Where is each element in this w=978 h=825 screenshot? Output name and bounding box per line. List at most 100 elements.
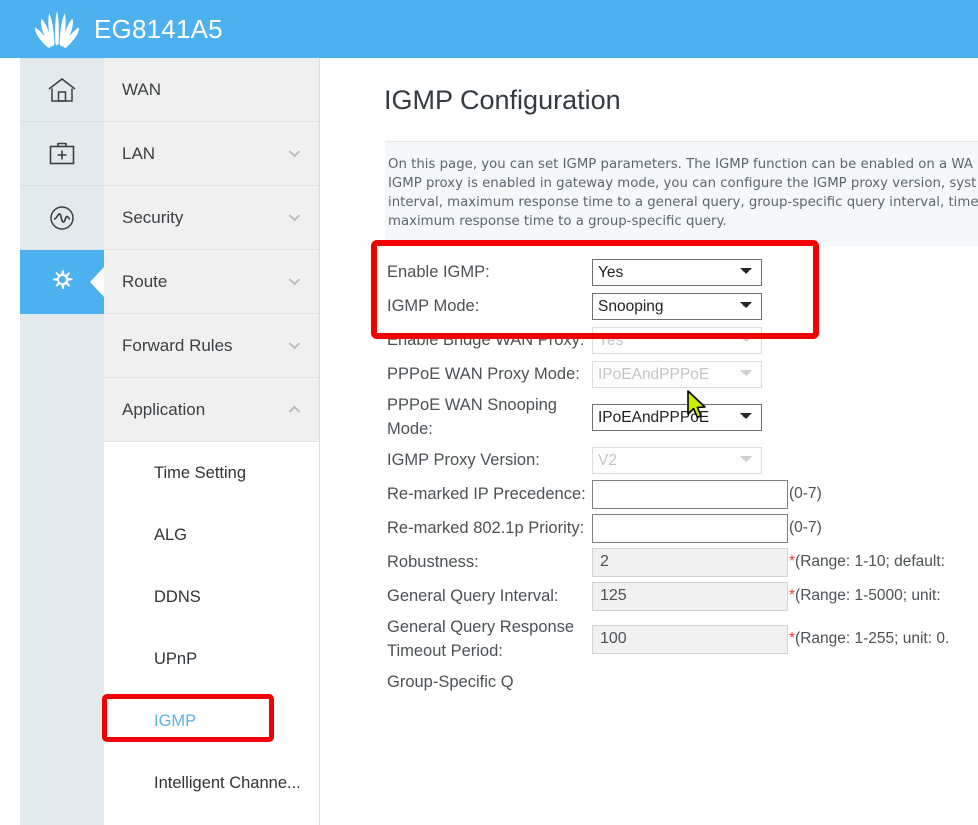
general-query-response-timeout-input[interactable] <box>592 625 788 654</box>
rail-filler <box>20 314 104 825</box>
form-row-enable-igmp: Enable IGMP: Yes <box>387 257 978 287</box>
form-row-enable-bridge-wan-proxy: Enable Bridge WAN Proxy: Yes <box>387 325 978 355</box>
field-hint-text: (Range: 1-5000; unit: <box>795 587 941 604</box>
field-control: IPoEAndPPPoE <box>592 361 762 388</box>
field-label: Group-Specific Q <box>387 670 592 694</box>
form-row-pppoe-wan-snooping-mode: PPPoE WAN Snooping Mode: IPoEAndPPPoE <box>387 393 978 441</box>
field-hint-text: (Range: 1-10; default: <box>795 553 945 570</box>
form-row-general-query-response-timeout: General Query Response Timeout Period: *… <box>387 615 978 663</box>
chevron-down-icon <box>286 337 303 354</box>
sidebar-subitem-label: DDNS <box>154 588 201 607</box>
sidebar-subitem-label: ALG <box>154 526 187 545</box>
igmp-proxy-version-select: V2 <box>592 447 762 474</box>
home-icon <box>47 76 77 104</box>
icon-rail <box>20 58 104 825</box>
diagnostics-pulse-icon <box>48 204 76 232</box>
sidebar-item-label: Route <box>122 272 286 292</box>
remarked-ip-precedence-input[interactable] <box>592 480 788 509</box>
sidebar-subitem-upnp[interactable]: UPnP <box>104 628 319 690</box>
field-control <box>592 582 788 611</box>
brand-title: EG8141A5 <box>94 14 223 45</box>
field-label: Re-marked 802.1p Priority: <box>387 516 592 540</box>
sidebar-item-lan[interactable]: LAN <box>104 122 319 186</box>
sidebar-item-security[interactable]: Security <box>104 186 319 250</box>
sidebar-item-label: LAN <box>122 144 286 164</box>
sidebar-subitem-label: Intelligent Channe... <box>154 774 301 793</box>
field-control <box>592 548 788 577</box>
robustness-input[interactable] <box>592 548 788 577</box>
sidebar-menu: WAN LAN Security Route Forward Rules <box>104 58 320 825</box>
form-row-igmp-proxy-version: IGMP Proxy Version: V2 <box>387 445 978 475</box>
field-control <box>592 514 788 543</box>
sidebar-item-forward-rules[interactable]: Forward Rules <box>104 314 319 378</box>
sidebar-item-label: WAN <box>122 80 303 100</box>
chevron-down-icon <box>286 273 303 290</box>
field-label: PPPoE WAN Proxy Mode: <box>387 362 592 386</box>
sidebar-subitem-label: UPnP <box>154 650 197 669</box>
sidebar-subitem-intelligent-channel[interactable]: Intelligent Channe... <box>104 752 319 814</box>
page-description-text: On this page, you can set IGMP parameter… <box>385 155 978 231</box>
form-row-igmp-mode: IGMP Mode: Snooping <box>387 291 978 321</box>
form-row-general-query-interval: General Query Interval: *(Range: 1-5000;… <box>387 581 978 611</box>
sidebar-item-route[interactable]: Route <box>104 250 319 314</box>
igmp-form: Enable IGMP: Yes IGMP Mode: Snooping <box>387 257 978 697</box>
sidebar-item-application[interactable]: Application <box>104 378 319 442</box>
pppoe-wan-proxy-mode-select: IPoEAndPPPoE <box>592 361 762 388</box>
field-control: Snooping <box>592 293 762 320</box>
sidebar-subitem-ddns[interactable]: DDNS <box>104 566 319 628</box>
page-title: IGMP Configuration <box>321 58 978 116</box>
field-hint: (0-7) <box>789 485 822 503</box>
form-row-pppoe-wan-proxy-mode: PPPoE WAN Proxy Mode: IPoEAndPPPoE <box>387 359 978 389</box>
field-label: General Query Interval: <box>387 584 592 608</box>
first-aid-kit-icon <box>48 140 76 168</box>
form-row-robustness: Robustness: *(Range: 1-10; default: <box>387 547 978 577</box>
form-row-remarked-8021p-priority: Re-marked 802.1p Priority: (0-7) <box>387 513 978 543</box>
sidebar-item-label: Application <box>122 400 286 420</box>
enable-bridge-wan-proxy-select: Yes <box>592 327 762 354</box>
field-control: V2 <box>592 447 762 474</box>
main-content: IGMP Configuration On this page, you can… <box>321 58 978 825</box>
field-control: Yes <box>592 259 762 286</box>
field-label: IGMP Proxy Version: <box>387 448 592 472</box>
sidebar-subitem-alg[interactable]: ALG <box>104 504 319 566</box>
general-query-interval-input[interactable] <box>592 582 788 611</box>
sidebar-subitem-time-setting[interactable]: Time Setting <box>104 442 319 504</box>
enable-igmp-select[interactable]: Yes <box>592 259 762 286</box>
remarked-8021p-priority-input[interactable] <box>592 514 788 543</box>
field-control: Yes <box>592 327 762 354</box>
gear-icon <box>46 266 78 298</box>
sidebar-subitem-igmp[interactable]: IGMP <box>104 690 319 752</box>
pppoe-wan-snooping-mode-select[interactable]: IPoEAndPPPoE <box>592 404 762 431</box>
field-control: IPoEAndPPPoE <box>592 404 762 431</box>
igmp-mode-select[interactable]: Snooping <box>592 293 762 320</box>
chevron-down-icon <box>286 209 303 226</box>
rail-item-diagnostics[interactable] <box>20 186 104 250</box>
left-gutter <box>0 58 20 825</box>
field-label: Enable IGMP: <box>387 260 592 284</box>
sidebar-subitem-label: IGMP <box>154 712 196 731</box>
sidebar-item-wan[interactable]: WAN <box>104 58 319 122</box>
rail-item-home[interactable] <box>20 58 104 122</box>
field-control <box>592 480 788 509</box>
sidebar-item-label: Security <box>122 208 286 228</box>
form-row-remarked-ip-precedence: Re-marked IP Precedence: (0-7) <box>387 479 978 509</box>
field-label: IGMP Mode: <box>387 294 592 318</box>
field-hint: *(Range: 1-5000; unit: <box>789 587 941 605</box>
chevron-up-icon <box>286 401 303 418</box>
field-hint: *(Range: 1-255; unit: 0. <box>789 630 949 648</box>
page-description-panel: On this page, you can set IGMP parameter… <box>385 141 978 246</box>
field-label: Enable Bridge WAN Proxy: <box>387 328 592 352</box>
field-label: Robustness: <box>387 550 592 574</box>
browser-page: EG8141A5 <box>0 0 978 825</box>
rail-item-settings[interactable] <box>20 250 104 314</box>
sidebar-subitem-label: Time Setting <box>154 464 246 483</box>
field-control <box>592 625 788 654</box>
chevron-down-icon <box>286 145 303 162</box>
field-label: Re-marked IP Precedence: <box>387 482 592 506</box>
rail-item-maintenance[interactable] <box>20 122 104 186</box>
field-label: PPPoE WAN Snooping Mode: <box>387 393 592 441</box>
field-hint: (0-7) <box>789 519 822 537</box>
sidebar-item-label: Forward Rules <box>122 336 286 356</box>
huawei-flower-logo-icon <box>24 6 90 52</box>
field-hint-text: (Range: 1-255; unit: 0. <box>795 630 949 647</box>
